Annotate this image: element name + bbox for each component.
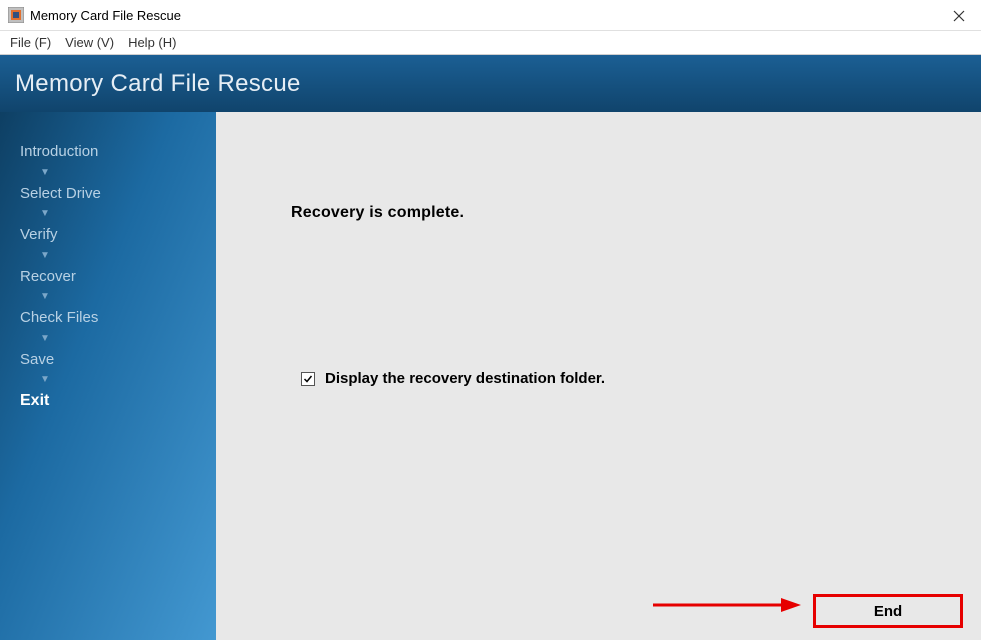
display-folder-checkbox-label: Display the recovery destination folder.	[325, 370, 605, 387]
menu-bar: File (F) View (V) Help (H)	[0, 31, 981, 55]
chevron-down-icon: ▼	[0, 168, 216, 178]
display-folder-checkbox-row: Display the recovery destination folder.	[301, 370, 605, 387]
header-title: Memory Card File Rescue	[15, 70, 301, 98]
sidebar: Introduction ▼ Select Drive ▼ Verify ▼ R…	[0, 112, 216, 640]
title-bar: Memory Card File Rescue	[0, 0, 981, 31]
arrow-right-icon	[651, 595, 801, 615]
menu-file[interactable]: File (F)	[6, 33, 61, 52]
content-area: Introduction ▼ Select Drive ▼ Verify ▼ R…	[0, 112, 981, 640]
sidebar-step-check-files[interactable]: Check Files	[0, 308, 216, 328]
close-icon	[953, 10, 965, 22]
menu-help[interactable]: Help (H)	[124, 33, 186, 52]
window-close-button[interactable]	[936, 0, 981, 31]
annotation-arrow	[651, 595, 801, 618]
chevron-down-icon: ▼	[0, 251, 216, 261]
display-folder-checkbox[interactable]	[301, 372, 315, 386]
main-panel: Recovery is complete. Display the recove…	[216, 112, 981, 640]
end-button[interactable]: End	[813, 594, 963, 628]
sidebar-step-save[interactable]: Save	[0, 350, 216, 370]
menu-view[interactable]: View (V)	[61, 33, 124, 52]
header-banner: Memory Card File Rescue	[0, 55, 981, 112]
sidebar-step-recover[interactable]: Recover	[0, 267, 216, 287]
recovery-status-text: Recovery is complete.	[291, 204, 464, 222]
sidebar-step-introduction[interactable]: Introduction	[0, 142, 216, 162]
chevron-down-icon: ▼	[0, 334, 216, 344]
chevron-down-icon: ▼	[0, 375, 216, 385]
sidebar-step-verify[interactable]: Verify	[0, 225, 216, 245]
checkmark-icon	[303, 374, 313, 384]
chevron-down-icon: ▼	[0, 292, 216, 302]
window-title: Memory Card File Rescue	[30, 8, 181, 23]
sidebar-step-exit[interactable]: Exit	[0, 391, 216, 412]
end-button-label: End	[874, 603, 902, 620]
app-icon	[8, 7, 24, 23]
chevron-down-icon: ▼	[0, 209, 216, 219]
sidebar-step-select-drive[interactable]: Select Drive	[0, 184, 216, 204]
